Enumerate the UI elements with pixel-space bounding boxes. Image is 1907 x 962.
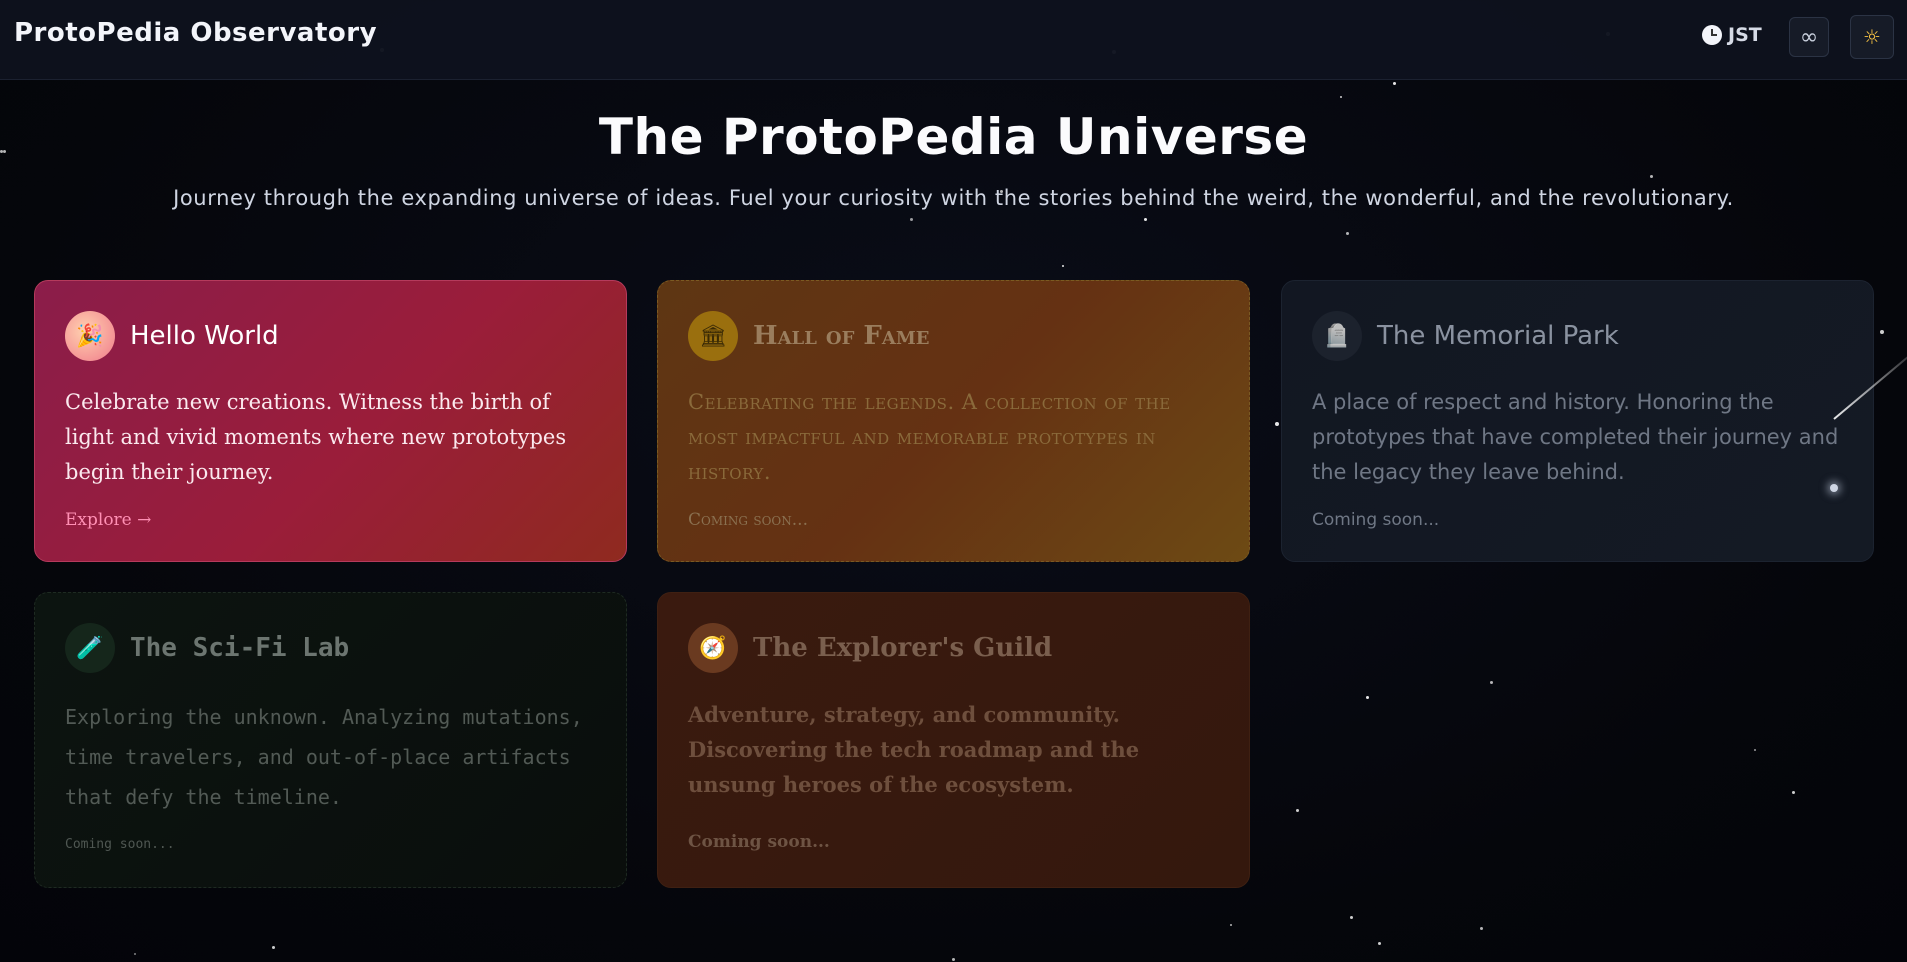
timezone-label: JST <box>1728 24 1762 46</box>
brand-title[interactable]: ProtoPedia Observatory <box>14 18 377 48</box>
card-description: A place of respect and history. Honoring… <box>1312 390 1839 484</box>
infinity-icon: ∞ <box>1799 24 1819 50</box>
coming-soon-label: Coming soon... <box>688 510 808 530</box>
party-popper-icon: 🎉 <box>65 311 115 361</box>
coming-soon-label: Coming soon... <box>65 837 175 852</box>
timezone-indicator[interactable]: JST <box>1702 24 1762 46</box>
card-title: The Explorer's Guild <box>753 633 1053 663</box>
coming-soon-label: Coming soon... <box>688 832 830 852</box>
card-description: Adventure, strategy, and community. Disc… <box>688 702 1140 797</box>
card-description: Celebrating the legends. A collection of… <box>688 390 1171 484</box>
card-title: Hello World <box>130 321 279 351</box>
page-title: The ProtoPedia Universe <box>598 108 1309 166</box>
test-tube-icon: 🧪 <box>65 623 115 673</box>
card-sci-fi-lab[interactable]: 🧪 The Sci-Fi Lab Exploring the unknown. … <box>34 592 627 888</box>
card-title: The Sci-Fi Lab <box>130 633 350 663</box>
card-description: Exploring the unknown. Analyzing mutatio… <box>65 705 583 809</box>
explore-link[interactable]: Explore → <box>65 510 596 530</box>
coming-soon-label: Coming soon... <box>1312 510 1440 530</box>
infinity-button[interactable]: ∞ <box>1789 17 1829 57</box>
card-hall-of-fame[interactable]: 🏛 Hall of Fame Celebrating the legends. … <box>657 280 1250 562</box>
card-memorial-park[interactable]: 🪦 The Memorial Park A place of respect a… <box>1281 280 1874 562</box>
museum-icon: 🏛 <box>688 311 738 361</box>
card-hello-world[interactable]: 🎉 Hello World Celebrate new creations. W… <box>34 280 627 562</box>
card-title: Hall of Fame <box>753 321 930 351</box>
page-subtitle: Journey through the expanding universe o… <box>173 186 1734 210</box>
top-bar: ProtoPedia Observatory JST ∞ ☼ <box>0 0 1907 80</box>
sun-icon: ☼ <box>1863 25 1881 49</box>
card-description: Celebrate new creations. Witness the bir… <box>65 390 567 484</box>
headstone-icon: 🪦 <box>1312 311 1362 361</box>
clock-icon <box>1702 25 1722 45</box>
compass-icon: 🧭 <box>688 623 738 673</box>
theme-toggle-button[interactable]: ☼ <box>1850 15 1894 59</box>
card-title: The Memorial Park <box>1377 321 1619 351</box>
shooting-star-head <box>1830 484 1838 492</box>
card-explorers-guild[interactable]: 🧭 The Explorer's Guild Adventure, strate… <box>657 592 1250 888</box>
